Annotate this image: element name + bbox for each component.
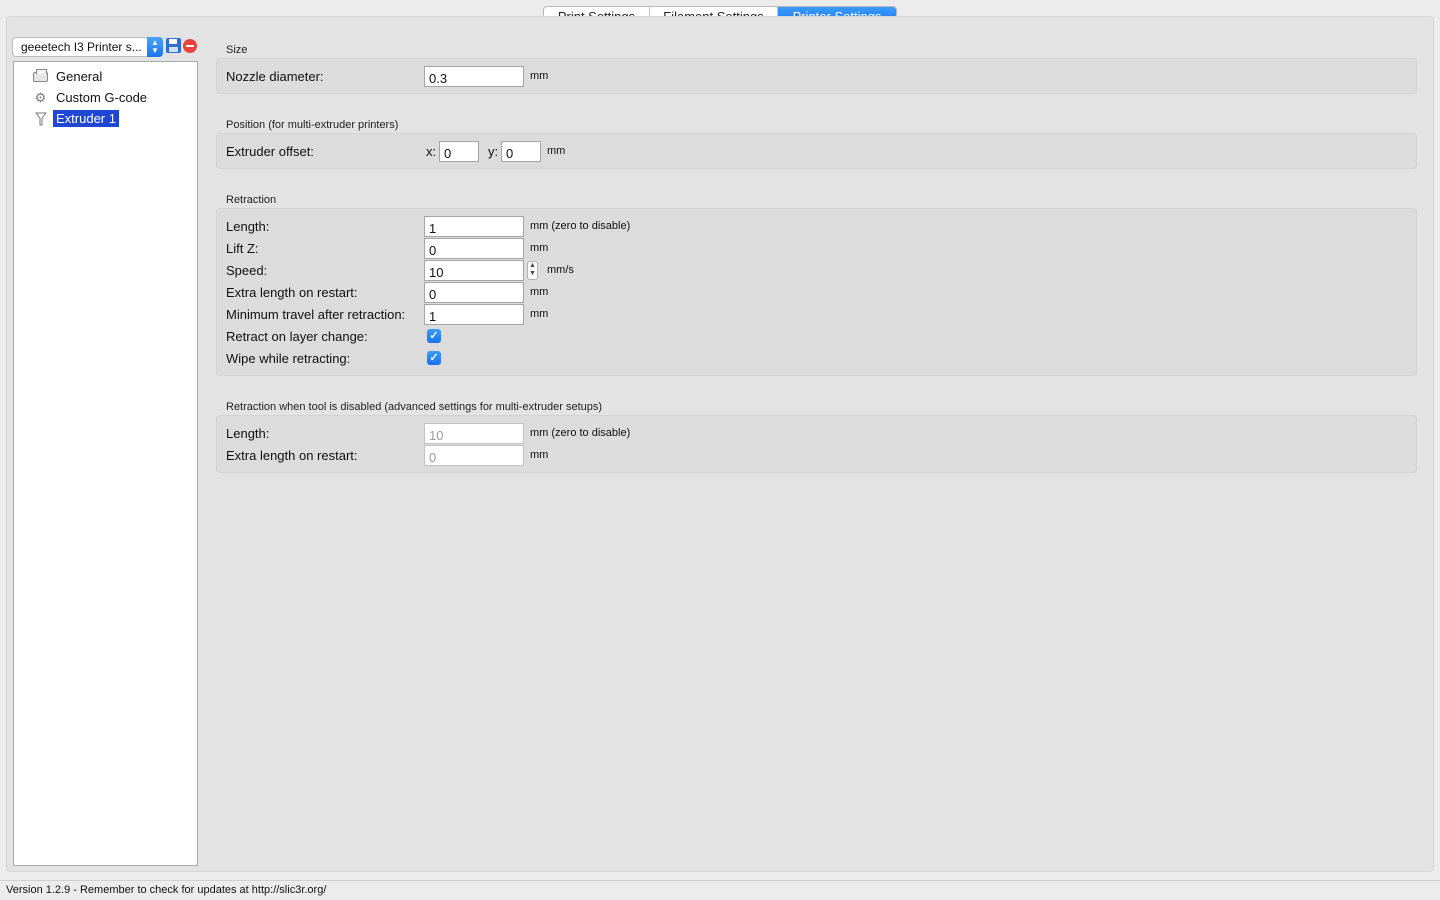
- layer-change-checkbox[interactable]: ✓: [427, 329, 441, 343]
- size-group-title: Size: [226, 44, 248, 56]
- wipe-row: Wipe while retracting: ✓: [217, 347, 1416, 369]
- tree-item-extruder-1[interactable]: Extruder 1: [32, 109, 119, 128]
- wipe-checkbox[interactable]: ✓: [427, 351, 441, 365]
- offset-y-input[interactable]: [501, 141, 541, 162]
- toolchange-length-input[interactable]: [424, 423, 524, 444]
- toolchange-length-unit: mm (zero to disable): [530, 427, 631, 439]
- nozzle-diameter-unit: mm: [530, 70, 549, 82]
- nozzle-diameter-input[interactable]: [424, 66, 524, 87]
- nozzle-diameter-label: Nozzle diameter:: [226, 69, 324, 84]
- position-group-title: Position (for multi-extruder printers): [226, 119, 399, 131]
- toolchange-extra-row: Extra length on restart: mm: [217, 444, 1416, 466]
- layer-change-label: Retract on layer change:: [226, 329, 368, 344]
- min-travel-input[interactable]: [424, 304, 524, 325]
- preset-select[interactable]: geeetech I3 Printer s... ▲ ▼: [12, 37, 163, 57]
- retract-length-input[interactable]: [424, 216, 524, 237]
- retract-speed-label: Speed:: [226, 263, 268, 278]
- retract-length-label: Length:: [226, 219, 270, 234]
- nozzle-diameter-row: Nozzle diameter: mm: [217, 65, 1416, 87]
- tree-item-label: General: [56, 69, 103, 84]
- lift-z-unit: mm: [530, 242, 549, 254]
- save-preset-icon[interactable]: [166, 38, 181, 53]
- toolchange-extra-input[interactable]: [424, 445, 524, 466]
- toolchange-length-label: Length:: [226, 426, 270, 441]
- size-group: Nozzle diameter: mm: [216, 58, 1417, 94]
- toolchange-length-row: Length: mm (zero to disable): [217, 422, 1416, 444]
- extra-length-input[interactable]: [424, 282, 524, 303]
- lift-z-row: Lift Z: mm: [217, 237, 1416, 259]
- toolchange-extra-unit: mm: [530, 449, 549, 461]
- funnel-icon: [32, 111, 49, 126]
- min-travel-row: Minimum travel after retraction: mm: [217, 303, 1416, 325]
- retraction-group-title: Retraction: [226, 194, 277, 206]
- printer-icon: [32, 68, 49, 84]
- layer-change-row: Retract on layer change: ✓: [217, 325, 1416, 347]
- speed-stepper[interactable]: ▲ ▼: [527, 261, 538, 280]
- tree-item-label: Extruder 1: [53, 110, 119, 127]
- lift-z-input[interactable]: [424, 238, 524, 259]
- extruder-offset-label: Extruder offset:: [226, 144, 314, 159]
- offset-x-label: x:: [426, 144, 437, 159]
- tree-item-label: Custom G-code: [56, 90, 148, 105]
- toolchange-extra-label: Extra length on restart:: [226, 448, 358, 463]
- preset-value: geeetech I3 Printer s...: [21, 40, 142, 54]
- offset-unit: mm: [547, 145, 566, 157]
- tree-item-general[interactable]: General: [32, 67, 105, 86]
- min-travel-label: Minimum travel after retraction:: [226, 307, 406, 322]
- delete-preset-icon[interactable]: [183, 39, 197, 53]
- toolchange-group: Length: mm (zero to disable) Extra lengt…: [216, 415, 1417, 473]
- wipe-label: Wipe while retracting:: [226, 351, 351, 366]
- offset-x-input[interactable]: [439, 141, 479, 162]
- min-travel-unit: mm: [530, 308, 549, 320]
- extra-length-row: Extra length on restart: mm: [217, 281, 1416, 303]
- gear-icon: ⚙: [34, 89, 47, 105]
- status-bar: Version 1.2.9 - Remember to check for up…: [0, 880, 1440, 900]
- tree-item-custom-gcode[interactable]: ⚙ Custom G-code: [32, 88, 150, 107]
- offset-y-label: y:: [488, 144, 499, 159]
- chevron-updown-icon[interactable]: ▲ ▼: [147, 37, 163, 57]
- position-group: Extruder offset: x: y: mm: [216, 133, 1417, 169]
- toolchange-group-title: Retraction when tool is disabled (advanc…: [226, 401, 603, 413]
- retract-speed-input[interactable]: [424, 260, 524, 281]
- extra-length-unit: mm: [530, 286, 549, 298]
- retract-speed-row: Speed: ▲▼ mm/s: [217, 259, 1416, 281]
- retract-speed-unit: mm/s: [547, 264, 574, 276]
- status-text: Version 1.2.9 - Remember to check for up…: [6, 884, 327, 896]
- retraction-group: Length: mm (zero to disable) Lift Z: mm …: [216, 208, 1417, 376]
- retract-length-unit: mm (zero to disable): [530, 220, 631, 232]
- retract-length-row: Length: mm (zero to disable): [217, 215, 1416, 237]
- lift-z-label: Lift Z:: [226, 241, 259, 256]
- settings-tree: General ⚙ Custom G-code Extruder 1: [13, 61, 198, 866]
- extruder-offset-row: Extruder offset: x: y: mm: [217, 140, 1416, 162]
- extra-length-label: Extra length on restart:: [226, 285, 358, 300]
